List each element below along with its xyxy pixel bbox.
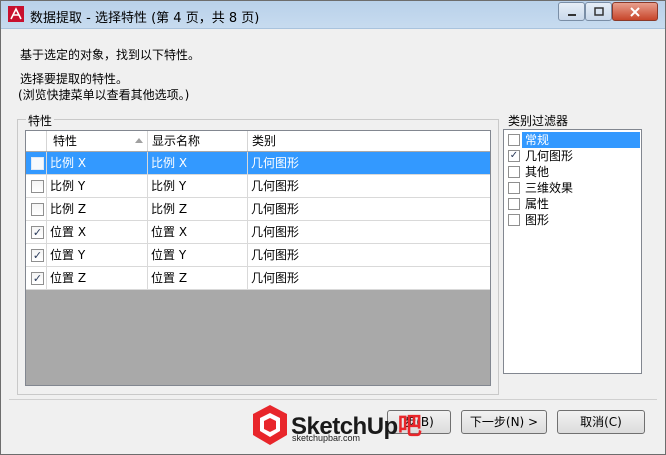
- table-header: 特性 显示名称 类别: [26, 131, 490, 151]
- window-title: 数据提取 - 选择特性 (第 4 页，共 8 页): [30, 11, 260, 26]
- close-button[interactable]: [612, 2, 658, 21]
- row-checkbox-cell: [26, 175, 47, 197]
- sketchup-watermark: SketchUp吧 sketchupbar.com: [251, 403, 422, 447]
- filter-item-label: 三维效果: [525, 181, 574, 195]
- header-display-name[interactable]: 显示名称: [148, 131, 248, 151]
- header-property-label: 特性: [53, 134, 78, 148]
- next-button[interactable]: 下一步(N) >: [461, 410, 547, 434]
- row-checkbox-cell: [26, 198, 47, 220]
- row-checkbox-cell: ✓: [26, 221, 47, 243]
- minimize-button[interactable]: [558, 2, 585, 21]
- filter-group-label: 类别过滤器: [506, 112, 571, 129]
- header-checkbox-column[interactable]: [26, 131, 47, 151]
- cell-property: 位置 Y: [47, 244, 148, 266]
- table-row[interactable]: 比例 Z 比例 Z 几何图形: [26, 198, 490, 221]
- intro-text-select: 选择要提取的特性。: [20, 72, 129, 86]
- cell-display-name: 位置 Y: [148, 244, 248, 266]
- maximize-button[interactable]: [585, 2, 612, 21]
- filter-checkbox[interactable]: [508, 182, 520, 194]
- header-property[interactable]: 特性: [47, 131, 148, 151]
- filter-item[interactable]: 三维效果: [506, 180, 640, 196]
- row-checkbox[interactable]: ✓: [31, 226, 44, 239]
- filter-checkbox[interactable]: [508, 198, 520, 210]
- filter-checkbox[interactable]: [508, 214, 520, 226]
- filter-item-label: 其他: [525, 165, 550, 179]
- cell-category: 几何图形: [251, 156, 300, 170]
- intro-text-found: 基于选定的对象，找到以下特性。: [20, 48, 201, 62]
- row-checkbox-cell: ✓: [26, 244, 47, 266]
- cell-category: 几何图形: [251, 202, 300, 216]
- filter-item-label: 常规: [522, 132, 640, 148]
- autocad-app-icon: [8, 6, 24, 22]
- cell-category: 几何图形: [251, 179, 300, 193]
- cell-category: 几何图形: [251, 248, 300, 262]
- header-category[interactable]: 类别: [248, 131, 490, 151]
- cell-property: 比例 X: [47, 152, 148, 174]
- filter-item[interactable]: ✓ 几何图形: [506, 148, 640, 164]
- sketchup-logo-icon: [253, 405, 287, 445]
- row-checkbox[interactable]: [31, 203, 44, 216]
- filter-item-label: 图形: [525, 213, 550, 227]
- properties-table[interactable]: 特性 显示名称 类别 比例 X 比例 X 几何图形 比例 Y 比例 Y 几何图形 比例 Z比…: [25, 130, 491, 386]
- cell-display-name: 比例 X: [148, 152, 248, 174]
- watermark-url: sketchupbar.com: [292, 433, 361, 443]
- row-checkbox[interactable]: ✓: [31, 272, 44, 285]
- filter-checkbox[interactable]: [508, 134, 520, 146]
- sort-ascending-icon: [135, 138, 143, 143]
- filter-checkbox[interactable]: [508, 166, 520, 178]
- filter-item-label: 几何图形: [525, 149, 574, 163]
- cell-display-name: 比例 Y: [148, 175, 248, 197]
- cell-property: 比例 Y: [47, 175, 148, 197]
- cell-category: 几何图形: [251, 271, 300, 285]
- cell-category: 几何图形: [251, 225, 300, 239]
- cell-display-name: 比例 Z: [148, 198, 248, 220]
- table-row[interactable]: ✓ 位置 Y 位置 Y 几何图形: [26, 244, 490, 267]
- intro-text-hint: (浏览快捷菜单以查看其他选项。): [18, 88, 190, 102]
- row-checkbox-cell: ✓: [26, 267, 47, 289]
- row-checkbox[interactable]: [31, 180, 44, 193]
- title-bar[interactable]: 数据提取 - 选择特性 (第 4 页，共 8 页): [1, 1, 665, 29]
- cell-display-name: 位置 X: [148, 221, 248, 243]
- row-checkbox-cell: [26, 152, 47, 174]
- table-row[interactable]: 比例 Y 比例 Y 几何图形: [26, 175, 490, 198]
- filter-item[interactable]: 常规: [506, 132, 640, 148]
- cell-property: 位置 X: [47, 221, 148, 243]
- table-row[interactable]: ✓ 位置 Z 位置 Z 几何图形: [26, 267, 490, 290]
- close-icon: [630, 6, 640, 17]
- table-row[interactable]: ✓ 位置 X 位置 X 几何图形: [26, 221, 490, 244]
- cancel-button[interactable]: 取消(C): [557, 410, 645, 434]
- filter-item[interactable]: 其他: [506, 164, 640, 180]
- filter-checkbox[interactable]: ✓: [508, 150, 520, 162]
- cell-display-name: 位置 Z: [148, 267, 248, 289]
- properties-group-label: 特性: [26, 112, 55, 129]
- table-row[interactable]: 比例 X 比例 X 几何图形: [26, 152, 490, 175]
- filter-item[interactable]: 属性: [506, 196, 640, 212]
- category-filter-list[interactable]: 常规 ✓ 几何图形其他三维效果属性图形: [503, 129, 642, 374]
- cell-property: 比例 Z: [47, 198, 148, 220]
- cell-property: 位置 Z: [47, 267, 148, 289]
- row-checkbox[interactable]: [31, 157, 44, 170]
- dialog-window: 数据提取 - 选择特性 (第 4 页，共 8 页) 基于选定的对象，找到以下特性…: [0, 0, 666, 455]
- filter-item[interactable]: 图形: [506, 212, 640, 228]
- filter-item-label: 属性: [525, 197, 550, 211]
- footer-divider: [9, 399, 657, 400]
- row-checkbox[interactable]: ✓: [31, 249, 44, 262]
- maximize-icon: [593, 6, 604, 16]
- minimize-icon: [567, 13, 576, 16]
